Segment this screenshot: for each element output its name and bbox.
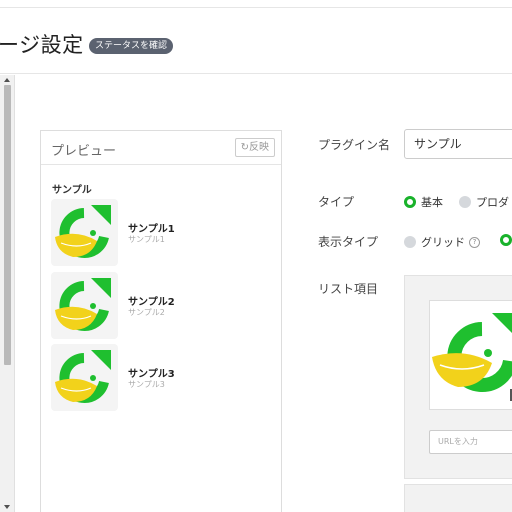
item-title: サンプル1 [128, 224, 175, 235]
reflect-button[interactable]: ↻反映 [234, 138, 275, 157]
scroll-up-icon[interactable] [4, 78, 10, 82]
radio-unchecked-icon [459, 196, 471, 208]
type-option-label: プロダ [476, 196, 509, 209]
item-thumbnail [51, 199, 118, 266]
display-type-option-label: グリッド [421, 236, 465, 249]
display-type-label: 表示タイプ [318, 235, 379, 249]
preview-panel: プレビュー ↻反映 サンプル サンプル1 サンプル1 サンプル2 サンプル2 サ… [40, 130, 282, 512]
preview-list-item[interactable]: サンプル2 サンプル2 [51, 272, 271, 340]
item-title: サンプル3 [128, 369, 175, 380]
preview-list-item[interactable]: サンプル3 サンプル3 [51, 344, 271, 412]
plugin-name-label: プラグイン名 [318, 138, 391, 152]
page-header: ージ設定 ステータスを確認 [0, 8, 512, 74]
page-title: ージ設定 [0, 33, 84, 57]
radio-checked-icon [500, 234, 512, 246]
radio-checked-icon [404, 196, 416, 208]
top-bar [0, 0, 512, 8]
vertical-scrollbar[interactable] [0, 75, 15, 512]
display-type-option-list[interactable] [500, 234, 512, 246]
preview-section-label: サンプル [52, 185, 92, 196]
refresh-icon: ↻ [240, 142, 249, 153]
item-title: サンプル2 [128, 297, 175, 308]
preview-header: プレビュー ↻反映 [41, 131, 281, 165]
list-item-editor-2 [404, 484, 512, 512]
item-thumbnail [51, 272, 118, 339]
help-icon[interactable]: ? [469, 236, 480, 248]
scroll-down-icon[interactable] [4, 505, 10, 509]
radio-unchecked-icon [404, 236, 416, 248]
list-items-label: リスト項目 [318, 282, 379, 296]
item-subtitle: サンプル1 [128, 235, 165, 244]
display-type-option-grid[interactable]: グリッド ? [404, 234, 480, 250]
type-option-basic[interactable]: 基本 [404, 194, 443, 210]
type-option-product[interactable]: プロダ [459, 194, 509, 210]
type-label: タイプ [318, 195, 355, 209]
reflect-label: 反映 [249, 142, 269, 153]
status-badge[interactable]: ステータスを確認 [89, 38, 174, 54]
type-option-label: 基本 [421, 196, 443, 209]
scroll-thumb[interactable] [4, 85, 11, 365]
preview-list-item[interactable]: サンプル1 サンプル1 [51, 199, 271, 267]
url-input[interactable]: URLを入力 [429, 430, 512, 454]
list-item-editor: URLを入力 [404, 275, 512, 479]
list-item-image[interactable] [429, 300, 512, 410]
preview-title: プレビュー [51, 144, 117, 159]
item-subtitle: サンプル2 [128, 308, 165, 317]
item-subtitle: サンプル3 [128, 380, 165, 389]
plugin-name-input[interactable]: サンプル [404, 129, 512, 159]
item-thumbnail [51, 344, 118, 411]
